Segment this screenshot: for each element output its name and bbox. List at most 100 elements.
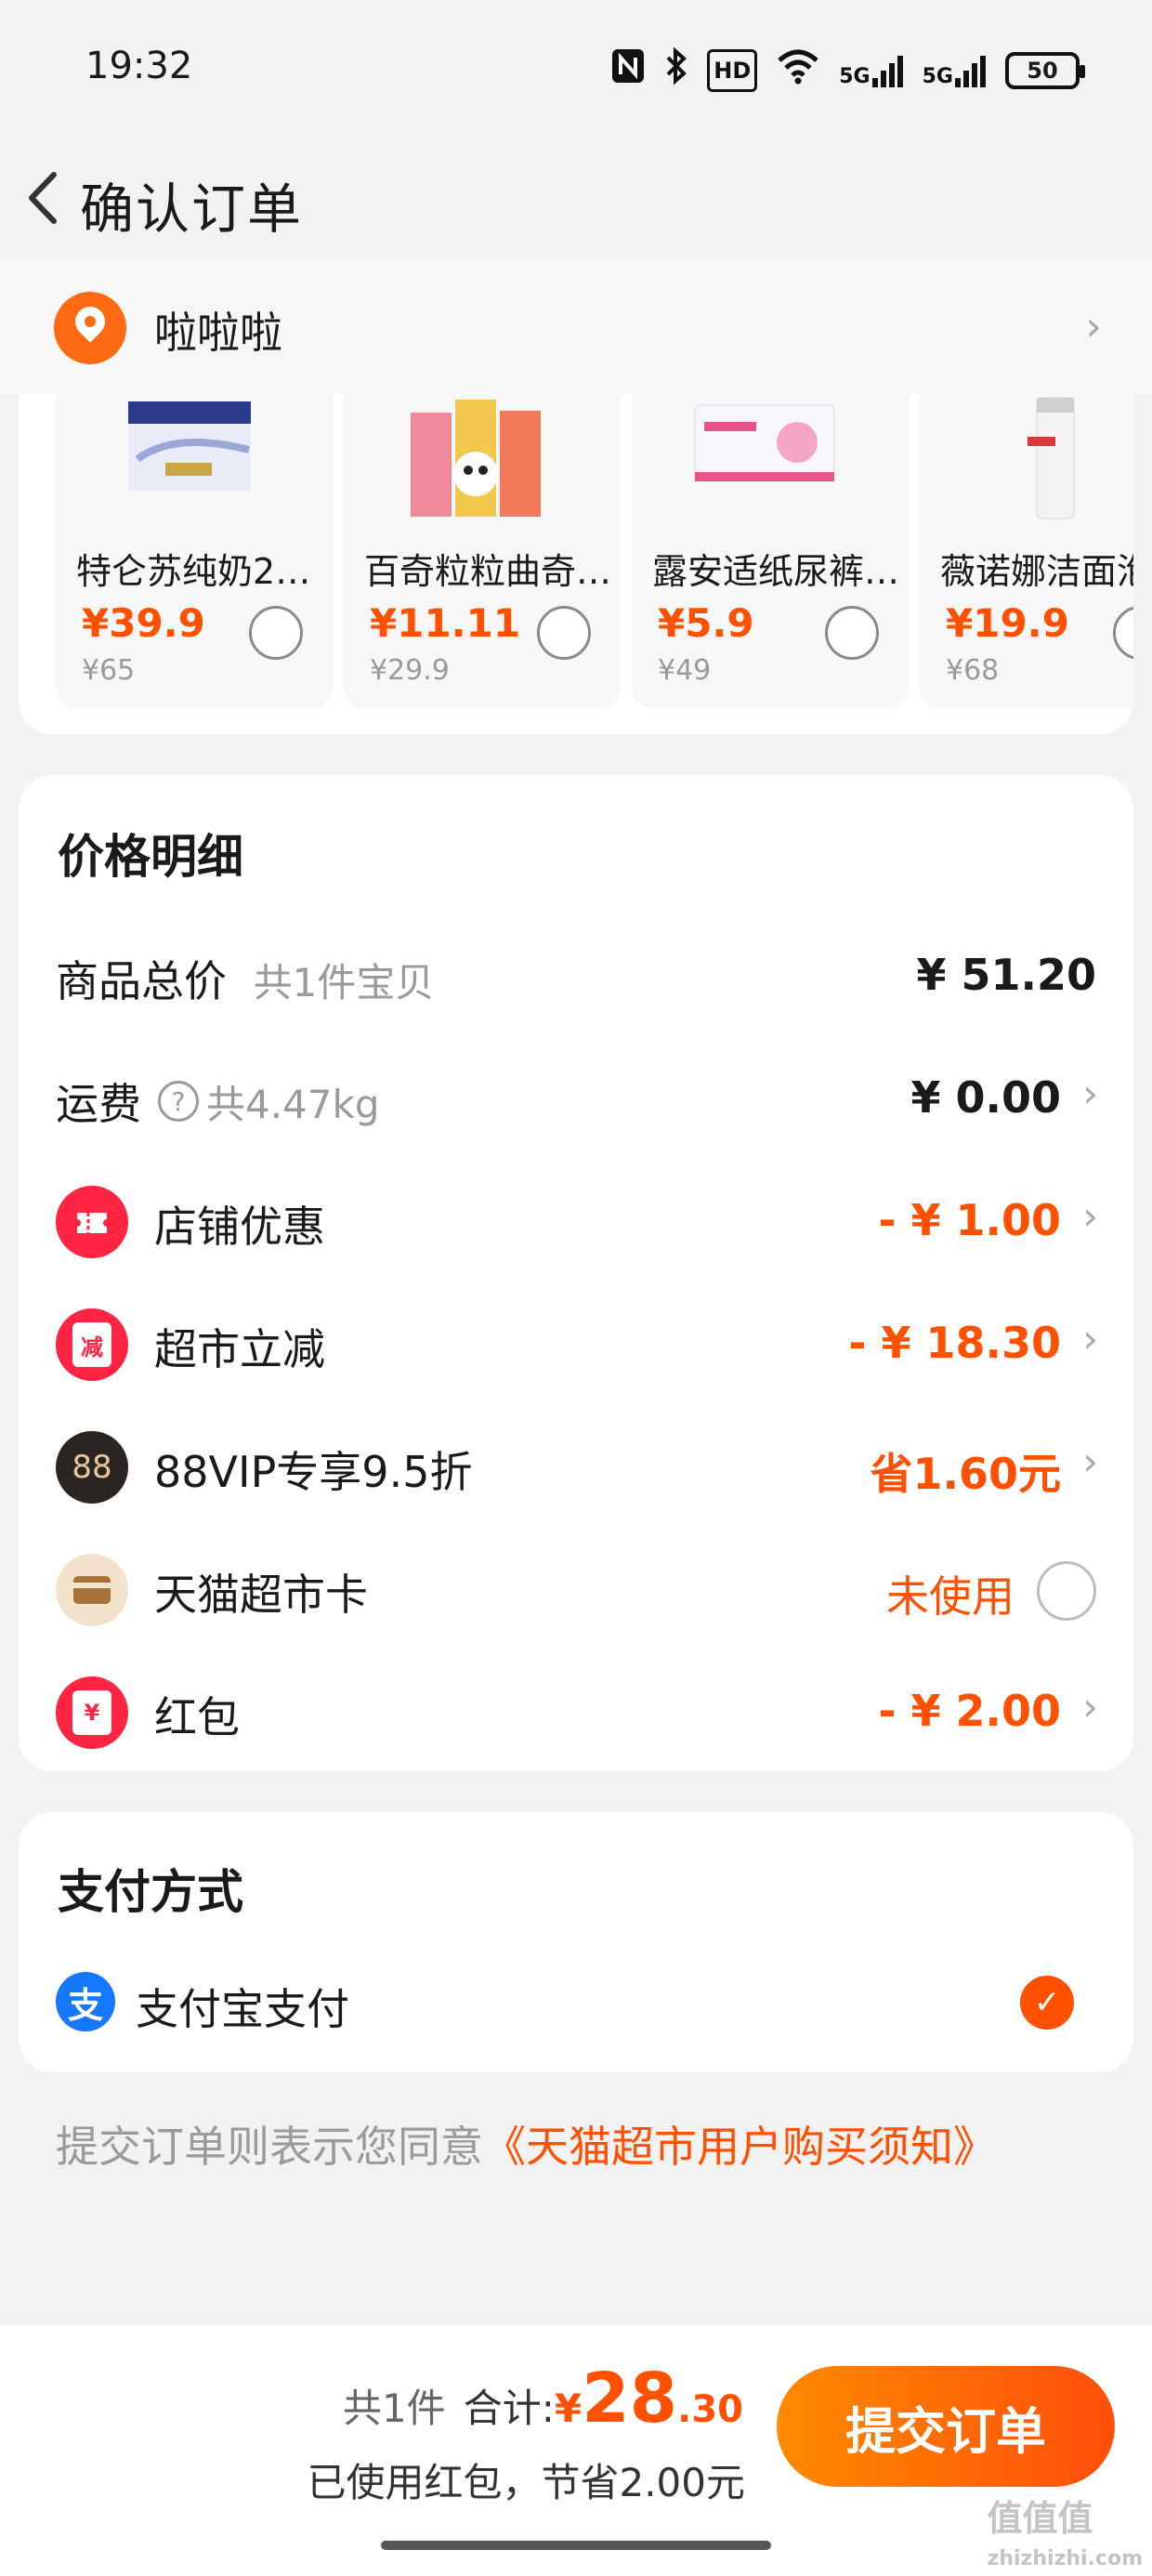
status-icons: HD 5G 5G 50	[610, 46, 1085, 94]
total-currency: ¥	[554, 2385, 583, 2431]
hd-icon: HD	[707, 48, 758, 92]
price-detail-card: 价格明细 商品总价 共1件宝贝 ¥ 51.20 运费 ? 共4.47kg ¥ 0…	[19, 775, 1133, 1771]
goods-card: 特仑苏纯奶25… ¥39.9 ¥65 百奇粒粒曲奇… ¥11.11 ¥29.9 …	[19, 394, 1133, 734]
help-icon[interactable]: ?	[158, 1081, 199, 1122]
vip-88-icon: 88	[56, 1431, 128, 1504]
product-original-price: ¥68	[946, 654, 1000, 687]
5g-signal-icon: 5G	[923, 54, 987, 87]
reduce-badge-icon: 减	[56, 1308, 128, 1381]
product-image	[974, 394, 1132, 524]
alipay-label: 支付宝支付	[136, 1984, 349, 2034]
chevron-right-icon: ›	[1082, 1316, 1098, 1361]
product-image	[398, 394, 556, 524]
subtotal-value: ¥ 51.20	[916, 950, 1096, 1000]
item-count: 共1件	[342, 2385, 446, 2431]
market-reduce-label: 超市立减	[154, 1324, 325, 1374]
red-packet-icon: ¥	[56, 1676, 128, 1749]
chevron-right-icon: ›	[1082, 1439, 1098, 1484]
navigation-bar: 确认订单	[0, 138, 1152, 258]
chevron-right-icon: ›	[1082, 1684, 1098, 1729]
shipping-label: 运费 ? 共4.47kg	[56, 1071, 380, 1132]
vip-row[interactable]: 88 88VIP专享9.5折 省1.60元 ›	[19, 1420, 1133, 1513]
location-pin-icon	[54, 292, 126, 364]
bottom-bar: 共1件 合计:¥28.30 已使用红包，节省2.00元 提交订单	[0, 2325, 1152, 2576]
page-title: 确认订单	[80, 177, 304, 241]
status-bar: 19:32 HD 5G 5G 50	[0, 0, 1152, 138]
home-indicator[interactable]	[381, 2541, 771, 2550]
product-original-price: ¥65	[82, 654, 136, 687]
red-packet-row[interactable]: ¥ 红包 - ¥ 2.00 ›	[19, 1665, 1133, 1758]
select-radio[interactable]	[249, 606, 303, 660]
alipay-icon: 支	[56, 1972, 115, 2031]
goods-item[interactable]: 露安适纸尿裤… ¥5.9 ¥49	[632, 394, 909, 708]
product-original-price: ¥49	[658, 654, 712, 687]
select-radio[interactable]	[537, 606, 591, 660]
product-original-price: ¥29.9	[370, 654, 450, 687]
agreement-prefix: 提交订单则表示您同意	[56, 2122, 483, 2172]
product-name: 特仑苏纯奶25…	[76, 551, 333, 592]
goods-item[interactable]: 百奇粒粒曲奇… ¥11.11 ¥29.9	[344, 394, 621, 708]
5g-label: 5G	[839, 64, 871, 88]
bluetooth-icon	[664, 46, 688, 94]
subtotal-label: 商品总价 共1件宝贝	[56, 948, 434, 1009]
chevron-right-icon: ›	[1085, 303, 1102, 350]
tmall-card-radio[interactable]	[1037, 1561, 1096, 1621]
price-detail-title: 价格明细	[58, 830, 243, 884]
product-image	[110, 394, 268, 524]
product-price: ¥11.11	[370, 600, 521, 646]
5g-label: 5G	[922, 64, 953, 88]
address-name: 啦啦啦	[154, 308, 282, 358]
vip-value: 省1.60元	[870, 1449, 1062, 1499]
submit-order-button[interactable]: 提交订单	[777, 2366, 1115, 2487]
product-price: ¥5.9	[658, 600, 754, 646]
total-decimal: .30	[677, 2388, 743, 2431]
address-row[interactable]: 啦啦啦 ›	[0, 260, 1152, 394]
product-price: ¥39.9	[82, 600, 205, 646]
product-name: 薇诺娜洁面泡	[940, 551, 1133, 592]
agreement-link[interactable]: 《天猫超市用户购买须知》	[483, 2122, 996, 2172]
market-reduce-value: - ¥ 18.30	[848, 1318, 1061, 1368]
total-line: 共1件 合计:¥28.30	[343, 2359, 743, 2438]
red-packet-value: - ¥ 2.00	[878, 1686, 1061, 1736]
goods-item[interactable]: 薇诺娜洁面泡 ¥19.9 ¥68	[920, 394, 1133, 708]
goods-list[interactable]: 特仑苏纯奶25… ¥39.9 ¥65 百奇粒粒曲奇… ¥11.11 ¥29.9 …	[56, 394, 1133, 708]
chevron-right-icon: ›	[1082, 1071, 1098, 1116]
red-packet-icon-text: ¥	[72, 1690, 111, 1735]
shipping-value: ¥ 0.00	[910, 1072, 1061, 1123]
goods-item[interactable]: 特仑苏纯奶25… ¥39.9 ¥65	[56, 394, 333, 708]
tmall-card-value: 未使用	[886, 1571, 1015, 1622]
back-arrow-icon[interactable]	[17, 165, 72, 230]
select-radio[interactable]	[825, 606, 879, 660]
subtotal-note: 共1件宝贝	[253, 960, 435, 1005]
product-name: 百奇粒粒曲奇…	[364, 551, 612, 592]
saved-note: 已使用红包，节省2.00元	[307, 2460, 745, 2505]
product-image	[686, 394, 844, 524]
nfc-icon	[610, 47, 646, 93]
shop-discount-label: 店铺优惠	[154, 1202, 325, 1252]
battery-icon: 50	[1005, 51, 1085, 89]
coupon-ticket-icon	[56, 1186, 128, 1258]
payment-title: 支付方式	[58, 1865, 243, 1919]
red-packet-label: 红包	[154, 1692, 240, 1742]
product-name: 露安适纸尿裤…	[652, 551, 900, 592]
shop-discount-value: - ¥ 1.00	[878, 1195, 1061, 1245]
gift-card-icon	[56, 1554, 128, 1626]
subtotal-label-text: 商品总价	[56, 956, 227, 1006]
checkmark-icon[interactable]: ✓	[1020, 1976, 1074, 2030]
watermark-sub: zhizhizhi.com	[987, 2547, 1143, 2570]
agreement-text: 提交订单则表示您同意《天猫超市用户购买须知》	[56, 2113, 996, 2175]
total-integer: 28	[582, 2359, 678, 2438]
tmall-card-label: 天猫超市卡	[154, 1570, 368, 1620]
payment-card: 支付方式 支 支付宝支付 ✓	[19, 1812, 1133, 2072]
shop-discount-row[interactable]: 店铺优惠 - ¥ 1.00 ›	[19, 1175, 1133, 1268]
tmall-card-row[interactable]: 天猫超市卡 未使用	[19, 1543, 1133, 1636]
select-radio[interactable]	[1113, 606, 1133, 660]
reduce-badge-text: 减	[72, 1322, 111, 1367]
vip-label: 88VIP专享9.5折	[154, 1447, 473, 1497]
5g-signal-icon: 5G	[839, 54, 903, 87]
watermark: 值值值 zhizhizhi.com	[988, 2498, 1143, 2576]
shipping-label-text: 运费	[56, 1079, 141, 1129]
shipping-row[interactable]: 运费 ? 共4.47kg ¥ 0.00 ›	[19, 1052, 1133, 1145]
market-reduce-row[interactable]: 减 超市立减 - ¥ 18.30 ›	[19, 1297, 1133, 1390]
alipay-row[interactable]: 支 支付宝支付 ✓	[19, 1961, 1133, 2044]
